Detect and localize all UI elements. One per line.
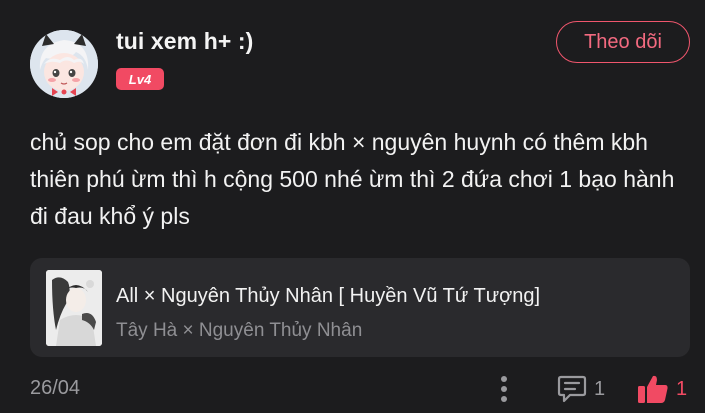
comment-count: 1 bbox=[594, 377, 606, 400]
avatar[interactable] bbox=[30, 30, 98, 98]
thumbs-up-icon bbox=[638, 375, 668, 403]
more-vertical-icon bbox=[501, 376, 507, 402]
post-text: chủ sop cho em đặt đơn đi kbh × nguyên h… bbox=[30, 129, 675, 229]
story-title[interactable]: All × Nguyên Thủy Nhân [ Huyền Vũ Tứ Tượ… bbox=[116, 285, 540, 308]
story-cover bbox=[46, 270, 102, 346]
level-badge: Lv4 bbox=[116, 68, 164, 90]
comment-button[interactable]: 1 bbox=[556, 374, 605, 404]
comment-icon bbox=[557, 375, 587, 403]
username[interactable]: tui xem h+ :) bbox=[116, 28, 253, 55]
like-button[interactable]: 1 bbox=[636, 373, 687, 405]
story-card[interactable]: All × Nguyên Thủy Nhân [ Huyền Vũ Tứ Tượ… bbox=[30, 258, 690, 357]
post-date: 26/04 bbox=[30, 377, 81, 399]
follow-button[interactable]: Theo dõi bbox=[556, 21, 690, 63]
more-options-button[interactable] bbox=[494, 374, 514, 404]
story-subtitle: Tây Hà × Nguyên Thủy Nhân bbox=[116, 320, 363, 341]
like-count: 1 bbox=[676, 377, 688, 400]
